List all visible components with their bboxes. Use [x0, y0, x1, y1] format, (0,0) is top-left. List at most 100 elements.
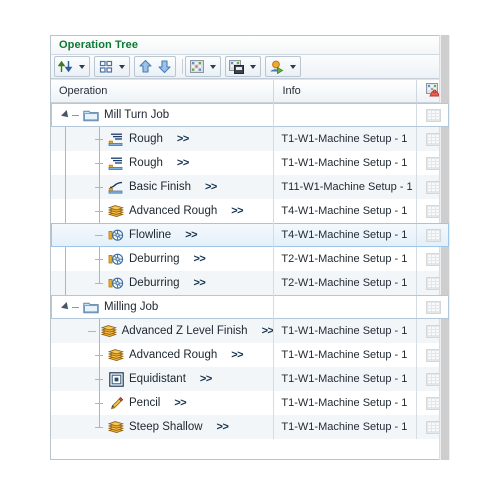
- operation-expand-arrows[interactable]: >>: [217, 421, 229, 433]
- tree-indent: [51, 199, 95, 223]
- cell-info[interactable]: T2-W1-Machine Setup - 1: [274, 271, 417, 295]
- tree-group-row[interactable]: Mill Turn Job: [51, 103, 449, 127]
- view-layout-icon[interactable]: [96, 57, 115, 76]
- cell-info[interactable]: [274, 295, 417, 319]
- cell-info[interactable]: T11-W1-Machine Setup - 1: [274, 175, 417, 199]
- panel-vertical-scrollbar[interactable]: [439, 35, 450, 460]
- table-row[interactable]: Rough>> T1-W1-Machine Setup - 1: [51, 151, 449, 175]
- tree-connector: [95, 235, 103, 236]
- generate-dropdown-arrow[interactable]: [286, 57, 299, 76]
- view-dropdown-arrow[interactable]: [115, 57, 128, 76]
- table-row[interactable]: Pencil>> T1-W1-Machine Setup - 1: [51, 391, 449, 415]
- pencil-icon: [107, 395, 125, 411]
- row-status-grid-icon[interactable]: [426, 229, 441, 242]
- cell-operation[interactable]: Advanced Rough>>: [51, 199, 274, 223]
- cell-operation[interactable]: Flowline>>: [51, 223, 274, 247]
- cell-operation[interactable]: Rough>>: [51, 151, 274, 175]
- cell-info[interactable]: T4-W1-Machine Setup - 1: [274, 223, 417, 247]
- tree-indent: [51, 103, 59, 127]
- table-row[interactable]: Advanced Rough>>T4-W1-Machine Setup - 1: [51, 199, 449, 223]
- cell-info[interactable]: T1-W1-Machine Setup - 1: [274, 391, 417, 415]
- cell-operation[interactable]: Advanced Rough>>: [51, 343, 274, 367]
- table-row[interactable]: Deburring>>T2-W1-Machine Setup - 1: [51, 247, 449, 271]
- tree-indent: [51, 223, 95, 247]
- move-up-icon[interactable]: [136, 57, 155, 76]
- sort-ascending-descending-icon[interactable]: [56, 57, 75, 76]
- cell-info[interactable]: T1-W1-Machine Setup - 1: [274, 343, 417, 367]
- info-text: T1-W1-Machine Setup - 1: [281, 325, 407, 337]
- move-down-icon[interactable]: [155, 57, 174, 76]
- cell-info[interactable]: T1-W1-Machine Setup - 1: [274, 151, 417, 175]
- page-title: Operation Tree: [59, 39, 138, 51]
- table-row[interactable]: Steep Shallow>>T1-W1-Machine Setup - 1: [51, 415, 449, 439]
- operation-expand-arrows[interactable]: >>: [177, 157, 189, 169]
- operation-expand-arrows[interactable]: >>: [194, 253, 206, 265]
- tree-connector: [72, 115, 79, 116]
- operation-expand-arrows[interactable]: >>: [205, 181, 217, 193]
- cell-info[interactable]: T1-W1-Machine Setup - 1: [274, 319, 417, 343]
- operation-expand-arrows[interactable]: >>: [177, 133, 189, 145]
- cell-operation[interactable]: Deburring>>: [51, 247, 274, 271]
- cell-status[interactable]: [417, 295, 449, 319]
- cell-operation[interactable]: Equidistant>>: [51, 367, 274, 391]
- cell-operation[interactable]: Milling Job: [51, 295, 274, 319]
- cell-info[interactable]: [274, 103, 417, 127]
- cell-operation[interactable]: Rough>>: [51, 127, 274, 151]
- stack-rough-icon: [100, 323, 118, 339]
- cell-info[interactable]: T4-W1-Machine Setup - 1: [274, 199, 417, 223]
- row-status-grid-icon[interactable]: [426, 301, 441, 314]
- operation-expand-arrows[interactable]: >>: [185, 229, 197, 241]
- info-text: T1-W1-Machine Setup - 1: [281, 397, 407, 409]
- info-text: T2-W1-Machine Setup - 1: [281, 277, 407, 289]
- cell-operation[interactable]: Mill Turn Job: [51, 103, 274, 127]
- info-text: T1-W1-Machine Setup - 1: [281, 373, 407, 385]
- table-row[interactable]: Advanced Z Level Finish>> T1-W1-Machine S…: [51, 319, 449, 343]
- column-header-operation[interactable]: Operation: [51, 80, 274, 102]
- cell-operation[interactable]: Pencil>>: [51, 391, 274, 415]
- cell-status[interactable]: [417, 223, 449, 247]
- tree-expander-icon[interactable]: [59, 295, 72, 319]
- tree-indent: [51, 415, 95, 439]
- tree-indent: [51, 391, 95, 415]
- operation-expand-arrows[interactable]: >>: [262, 325, 274, 337]
- cell-operation[interactable]: Deburring>>: [51, 271, 274, 295]
- table-row[interactable]: Equidistant>> T1-W1-Machine Setup - 1: [51, 367, 449, 391]
- tree-group-row[interactable]: Milling Job: [51, 295, 449, 319]
- cell-info[interactable]: T1-W1-Machine Setup - 1: [274, 415, 417, 439]
- operation-expand-arrows[interactable]: >>: [174, 397, 186, 409]
- tree-guide-line: [99, 115, 100, 283]
- cell-operation[interactable]: Steep Shallow>>: [51, 415, 274, 439]
- flowline-icon: [107, 275, 125, 291]
- grid-body[interactable]: Mill Turn JobRough>>T1-W1-Machine Setup …: [51, 103, 449, 459]
- grid-header: Operation Info: [51, 80, 449, 103]
- table-row[interactable]: Deburring>> T2-W1-Machine Setup - 1: [51, 271, 449, 295]
- table-row[interactable]: Flowline>>T4-W1-Machine Setup - 1: [51, 223, 449, 247]
- operation-expand-arrows[interactable]: >>: [200, 373, 212, 385]
- post-process-dropdown-arrow[interactable]: [246, 57, 259, 76]
- cell-operation[interactable]: Basic Finish>>: [51, 175, 274, 199]
- cell-info[interactable]: T1-W1-Machine Setup - 1: [274, 127, 417, 151]
- cell-info[interactable]: T2-W1-Machine Setup - 1: [274, 247, 417, 271]
- table-row[interactable]: Advanced Rough>>T1-W1-Machine Setup - 1: [51, 343, 449, 367]
- post-process-icon[interactable]: [227, 57, 246, 76]
- toolbar-group-post-process: [225, 56, 261, 77]
- tree-expander-icon[interactable]: [59, 103, 72, 127]
- operation-expand-arrows[interactable]: >>: [231, 349, 243, 361]
- operation-expand-arrows[interactable]: >>: [231, 205, 243, 217]
- cell-info[interactable]: T1-W1-Machine Setup - 1: [274, 367, 417, 391]
- column-header-info[interactable]: Info: [274, 80, 417, 102]
- cell-status[interactable]: [417, 103, 449, 127]
- info-text: T1-W1-Machine Setup - 1: [281, 157, 407, 169]
- cell-operation[interactable]: Advanced Z Level Finish>>: [51, 319, 274, 343]
- tree-guide-line: [99, 307, 100, 427]
- panel-titlebar: Operation Tree: [51, 36, 449, 55]
- generate-toolpath-icon[interactable]: [267, 57, 286, 76]
- table-row[interactable]: Rough>>T1-W1-Machine Setup - 1: [51, 127, 449, 151]
- panel-scroll-thumb[interactable]: [441, 35, 449, 460]
- sort-dropdown-arrow[interactable]: [75, 57, 88, 76]
- simulate-icon[interactable]: [187, 57, 206, 76]
- row-status-grid-icon[interactable]: [426, 109, 441, 122]
- operation-expand-arrows[interactable]: >>: [194, 277, 206, 289]
- simulate-dropdown-arrow[interactable]: [206, 57, 219, 76]
- table-row[interactable]: Basic Finish>>T11-W1-Machine Setup - 1: [51, 175, 449, 199]
